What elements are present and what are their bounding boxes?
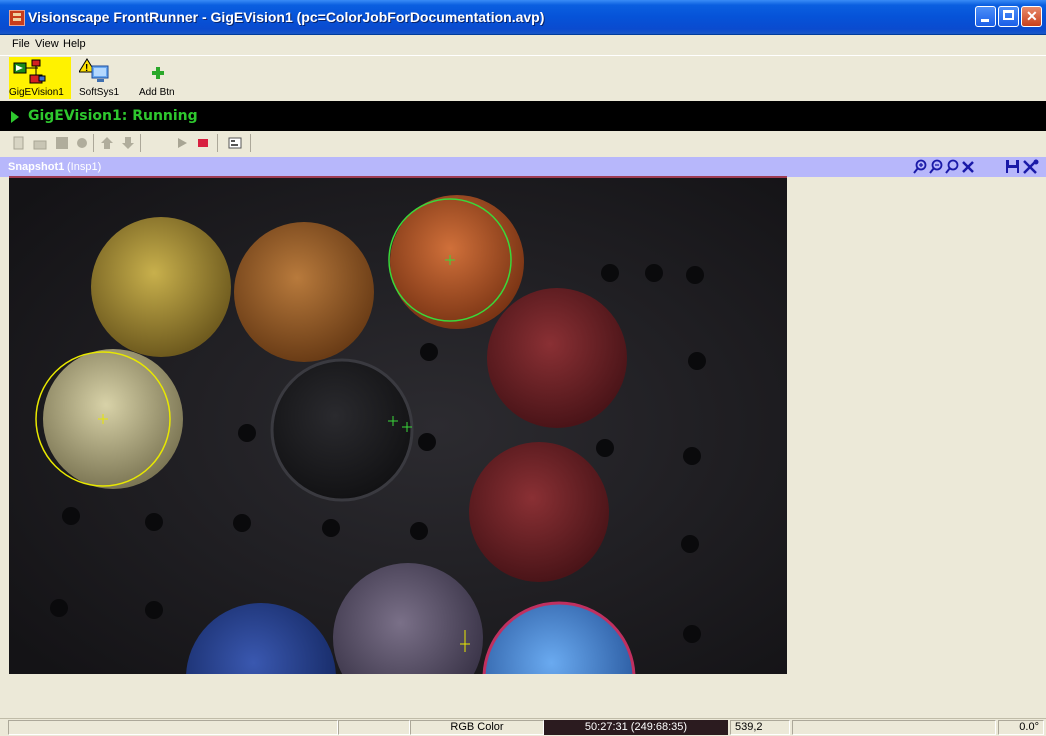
zoom-controls — [913, 159, 974, 174]
minimize-button[interactable] — [975, 6, 996, 27]
menu-bar — [0, 35, 1046, 55]
zoom-in-icon[interactable] — [913, 159, 927, 174]
snapshot-tools — [1006, 159, 1039, 174]
toolbar-separator — [250, 134, 251, 152]
snapshot-subtitle: (Insp1) — [67, 161, 102, 173]
inspection-image-view[interactable] — [9, 176, 787, 674]
app-icon — [9, 10, 25, 26]
open-icon[interactable] — [33, 136, 47, 150]
softsys-button[interactable]: ! SoftSys1 — [73, 57, 123, 99]
menu-help[interactable]: Help — [63, 38, 86, 50]
toolbar-separator — [93, 134, 94, 152]
angle-readout: 0.0° — [998, 720, 1044, 735]
download-icon[interactable] — [121, 136, 135, 150]
close-view-icon[interactable] — [962, 161, 974, 173]
status-cell-empty-2 — [792, 720, 996, 735]
stop-icon[interactable] — [196, 136, 210, 150]
gigevision-button[interactable]: GigEVision1 — [9, 57, 71, 99]
softsys-label: SoftSys1 — [79, 87, 120, 98]
inspection-image — [9, 178, 787, 674]
device-network-icon — [13, 59, 46, 84]
close-button[interactable] — [1021, 6, 1042, 27]
svg-text:!: ! — [85, 63, 88, 74]
toolbar-separator — [140, 134, 141, 152]
add-button[interactable]: Add Btn — [130, 57, 190, 99]
save-image-icon[interactable] — [1006, 160, 1019, 173]
snapshot-title: Snapshot1 — [8, 161, 65, 173]
maximize-button[interactable] — [998, 6, 1019, 27]
results-pane — [787, 178, 1046, 718]
upload-icon[interactable] — [100, 136, 114, 150]
status-cell-message — [8, 720, 338, 735]
menu-file[interactable]: File — [12, 38, 30, 50]
settings-tools-icon[interactable] — [1023, 159, 1039, 174]
pixel-value-readout: 50:27:31 (249:68:35) — [544, 720, 728, 735]
job-toolbar — [0, 131, 1046, 156]
save-icon[interactable] — [55, 136, 69, 150]
toolbar-separator — [217, 134, 218, 152]
color-mode-label: RGB Color — [410, 720, 544, 735]
run-status-text: GigEVision1: Running — [28, 108, 198, 124]
component-icon[interactable] — [75, 136, 89, 150]
cursor-coordinates: 539,2 — [730, 720, 790, 735]
play-icon — [11, 111, 19, 123]
new-icon[interactable] — [12, 136, 26, 150]
properties-icon[interactable] — [228, 136, 242, 150]
snapshot-header — [0, 157, 1046, 177]
status-cell-empty — [338, 720, 410, 735]
plus-icon — [152, 67, 164, 79]
window-title: Visionscape FrontRunner - GigEVision1 (p… — [28, 9, 545, 25]
warning-computer-icon: ! — [79, 58, 109, 82]
gigevision-label: GigEVision1 — [9, 87, 64, 98]
run-icon[interactable] — [175, 136, 189, 150]
zoom-out-icon[interactable] — [929, 159, 943, 174]
add-button-label: Add Btn — [139, 87, 175, 98]
menu-view[interactable]: View — [35, 38, 59, 50]
zoom-fit-icon[interactable] — [945, 159, 959, 174]
